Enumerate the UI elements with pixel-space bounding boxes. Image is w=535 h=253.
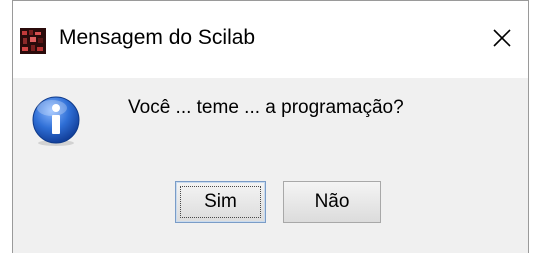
scilab-app-icon	[20, 28, 46, 54]
window-border-right	[528, 0, 529, 253]
information-icon	[30, 95, 82, 147]
close-icon	[493, 29, 511, 47]
window-border-left	[12, 0, 13, 253]
yes-button[interactable]: Sim	[175, 181, 266, 223]
dialog-title: Mensagem do Scilab	[59, 26, 256, 49]
no-button[interactable]: Não	[283, 181, 381, 223]
dialog-message: Você ... teme ... a programação?	[128, 97, 404, 118]
no-button-label: Não	[314, 191, 350, 212]
desktop-margin-right	[529, 0, 535, 253]
focus-ring	[180, 186, 261, 218]
close-button[interactable]	[478, 14, 526, 62]
desktop-margin-left	[0, 0, 12, 253]
message-dialog: Mensagem do Scilab Você ... teme ... a p…	[0, 0, 535, 253]
